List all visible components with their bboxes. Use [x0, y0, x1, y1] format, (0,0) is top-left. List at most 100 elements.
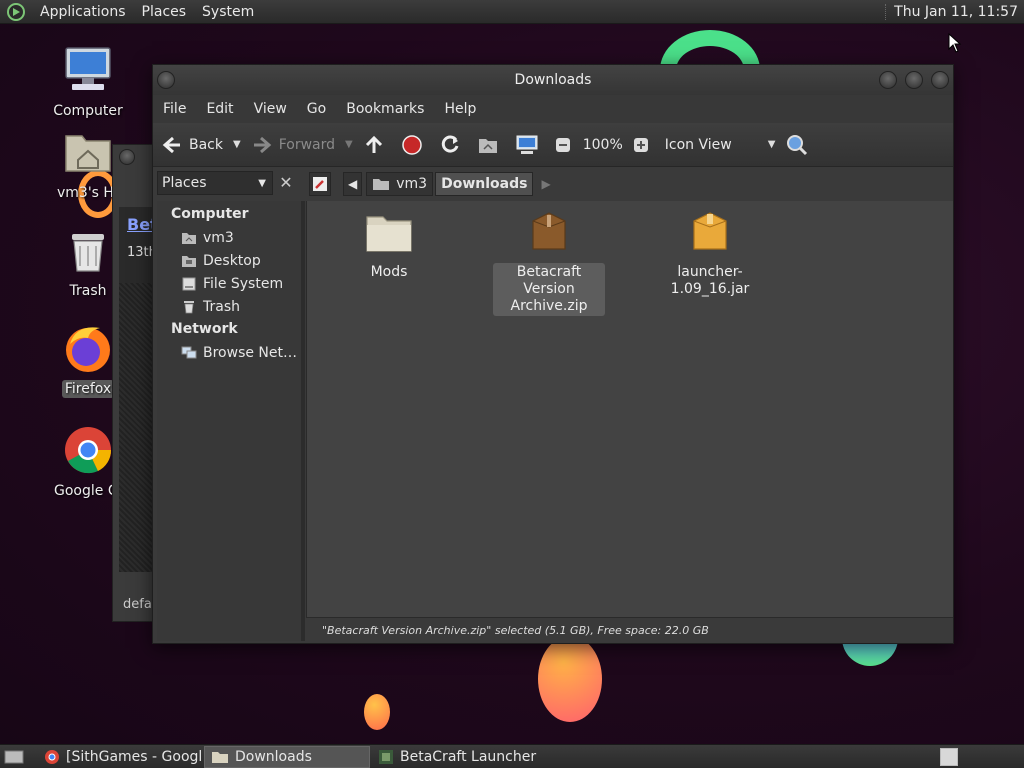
sidebar-item-label: Desktop	[203, 252, 261, 269]
forward-button[interactable]: Forward ▼	[251, 134, 353, 156]
close-icon[interactable]	[931, 71, 949, 89]
file-item-mods[interactable]: Mods	[333, 211, 445, 282]
home-folder-icon	[65, 135, 111, 172]
sidebar-item-trash[interactable]: Trash	[157, 295, 301, 318]
back-button[interactable]: Back ▼	[161, 134, 241, 156]
sidebar-item-label: Browse Net…	[203, 344, 298, 361]
sidebar-resize-handle[interactable]	[301, 201, 305, 641]
taskbar-label: [SithGames - Googl…	[66, 748, 202, 765]
taskbar-label: BetaCraft Launcher …	[400, 748, 540, 765]
maximize-icon[interactable]	[905, 71, 923, 89]
sidebar-item-vm3[interactable]: vm3	[157, 226, 301, 249]
show-desktop-button[interactable]	[0, 746, 34, 768]
sidebar-item-label: vm3	[203, 229, 234, 246]
up-arrow-icon	[365, 135, 382, 153]
stop-icon	[401, 134, 422, 155]
menu-help[interactable]: Help	[434, 101, 486, 117]
window-titlebar[interactable]: Downloads	[153, 65, 953, 95]
computer-icon	[516, 135, 538, 154]
sidebar-type-label: Places	[162, 175, 207, 191]
toolbar: Back ▼ Forward ▼ 100% Icon View ▼	[153, 123, 953, 167]
back-history-dropdown-icon[interactable]: ▼	[233, 139, 241, 150]
menu-view[interactable]: View	[244, 101, 297, 117]
breadcrumb-vm3[interactable]: vm3	[366, 172, 434, 196]
taskbar-item-betacraft[interactable]: BetaCraft Launcher …	[372, 746, 540, 768]
home-folder-icon	[373, 179, 390, 190]
zoom-out-button[interactable]	[555, 137, 577, 153]
file-icon-view[interactable]: Mods Betacraft Version Archive.zip launc…	[306, 201, 953, 617]
clock[interactable]: Thu Jan 11, 11:57	[885, 3, 1024, 20]
menu-system[interactable]: System	[194, 4, 262, 20]
sidebar-type-select[interactable]: Places ▼	[157, 171, 273, 195]
window-title: Downloads	[514, 72, 592, 88]
back-arrow-icon	[162, 136, 180, 153]
home-button[interactable]	[477, 134, 505, 156]
window-menu-icon[interactable]	[157, 71, 175, 89]
file-name-line: Betacraft Version	[516, 264, 582, 297]
search-button[interactable]	[785, 133, 815, 157]
package-icon	[693, 212, 727, 250]
computer-button[interactable]	[515, 134, 545, 156]
view-mode-label: Icon View	[664, 136, 732, 153]
window-control-icon[interactable]	[119, 149, 135, 165]
menu-edit[interactable]: Edit	[196, 101, 243, 117]
stop-button[interactable]	[401, 134, 429, 156]
trash-icon	[72, 234, 104, 272]
breadcrumb-label: vm3	[396, 176, 428, 192]
decorative-blob-small	[364, 694, 390, 730]
sidebar-section-network: Network	[171, 321, 238, 337]
taskbar-item-downloads[interactable]: Downloads	[204, 745, 370, 768]
zoom-label: 100%	[582, 136, 623, 153]
file-item-betacraft-archive[interactable]: Betacraft Version Archive.zip	[493, 211, 605, 316]
folder-icon	[212, 751, 228, 763]
menu-places[interactable]: Places	[134, 4, 195, 20]
desktop-folder-icon	[182, 255, 196, 267]
breadcrumb-downloads[interactable]: Downloads	[435, 172, 534, 196]
sidebar-item-filesystem[interactable]: File System	[157, 272, 301, 295]
forward-history-dropdown-icon[interactable]: ▼	[345, 139, 353, 150]
decorative-blob-orange	[538, 636, 602, 722]
minimize-icon[interactable]	[879, 71, 897, 89]
menu-go[interactable]: Go	[297, 101, 336, 117]
home-folder-icon	[182, 232, 196, 244]
status-bar: "Betacraft Version Archive.zip" selected…	[306, 617, 953, 643]
places-sidebar: Computer vm3 Desktop File System Trash N…	[157, 201, 301, 641]
reload-button[interactable]	[439, 134, 467, 156]
sidebar-item-browse-network[interactable]: Browse Net…	[157, 341, 301, 364]
close-sidebar-icon[interactable]: ✕	[277, 173, 295, 193]
forward-label: Forward	[278, 136, 336, 153]
trash-icon	[184, 300, 194, 313]
pencil-icon	[313, 177, 327, 191]
workspace-switcher[interactable]	[940, 747, 958, 766]
file-name-selected: Betacraft Version Archive.zip	[493, 263, 605, 316]
zoom-in-icon	[633, 137, 648, 152]
top-panel: Applications Places System Thu Jan 11, 1…	[0, 0, 1024, 24]
breadcrumb-scroll-left[interactable]: ◀	[343, 172, 363, 196]
taskbar-label: Downloads	[235, 748, 312, 765]
main-menu-icon[interactable]	[6, 2, 28, 21]
menu-bookmarks[interactable]: Bookmarks	[336, 101, 434, 117]
zoom-in-button[interactable]	[633, 137, 655, 153]
sidebar-section-computer: Computer	[171, 206, 249, 222]
taskbar-item-chrome[interactable]: [SithGames - Googl…	[38, 746, 202, 768]
file-item-launcher-jar[interactable]: launcher-1.09_16.jar	[649, 211, 771, 299]
view-mode-select[interactable]: Icon View ▼	[665, 137, 776, 153]
chevron-down-icon: ▼	[258, 177, 266, 189]
chrome-icon	[65, 427, 112, 474]
breadcrumb: ◀ vm3 Downloads ▶	[309, 171, 559, 197]
reload-icon	[441, 135, 459, 153]
chevron-left-icon: ◀	[348, 177, 358, 191]
show-desktop-icon	[4, 750, 24, 763]
status-text: "Betacraft Version Archive.zip" selected…	[322, 624, 709, 637]
edit-location-button[interactable]	[309, 172, 331, 196]
menu-file[interactable]: File	[153, 101, 196, 117]
breadcrumb-scroll-right[interactable]: ▶	[537, 172, 554, 196]
file-name: Mods	[370, 264, 408, 280]
sidebar-item-desktop[interactable]: Desktop	[157, 249, 301, 272]
menu-applications[interactable]: Applications	[32, 4, 134, 20]
back-label: Back	[189, 136, 223, 153]
zoom-level[interactable]: 100%	[583, 137, 623, 153]
desktop-icon-computer[interactable]: Computer	[40, 44, 136, 120]
up-button[interactable]	[363, 134, 391, 156]
location-row: Places ▼ ✕ ◀ vm3 Downloads ▶	[153, 167, 953, 201]
